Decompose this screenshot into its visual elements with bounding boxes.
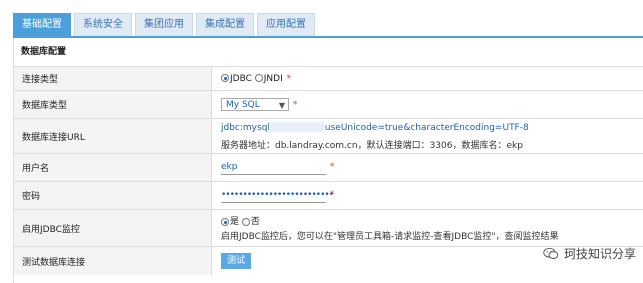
wechat-icon xyxy=(543,247,559,260)
db-url-right: useUnicode=true&characterEncoding=UTF-8 xyxy=(324,122,529,133)
db-url-input[interactable]: jdbc:mysql useUnicode=true&characterEncod… xyxy=(221,122,643,135)
label-password: 密码 xyxy=(14,182,212,209)
tab-integration-config[interactable]: 集成配置 xyxy=(196,13,254,36)
radio-monitor-yes-label: 是 xyxy=(230,217,240,227)
tab-group-app[interactable]: 集团应用 xyxy=(135,13,193,36)
db-url-hint: 服务器地址：db.landray.com.cn，默认连接端口：3306，数据库名… xyxy=(221,140,523,151)
label-test-connection: 测试数据库连接 xyxy=(14,247,212,275)
row-db-url: 数据库连接URL jdbc:mysql useUnicode=true&chara… xyxy=(14,119,643,154)
watermark: 珂技知识分享 xyxy=(543,245,636,262)
chevron-down-icon: ▼ xyxy=(278,101,285,110)
db-type-select[interactable]: My SQL ▼ xyxy=(221,98,289,111)
watermark-text: 珂技知识分享 xyxy=(563,247,636,261)
label-connection-type: 连接类型 xyxy=(14,67,212,90)
tab-bar: 基础配置 系统安全 集团应用 集成配置 应用配置 xyxy=(13,13,318,36)
redacted-region xyxy=(269,122,325,132)
label-jdbc-monitor: 启用JDBC监控 xyxy=(14,210,212,246)
radio-monitor-yes[interactable] xyxy=(221,217,229,226)
radio-monitor-no-label: 否 xyxy=(250,217,260,227)
required-mark: * xyxy=(292,100,298,110)
row-username: 用户名 ekp * xyxy=(14,154,643,182)
password-input[interactable]: •••••••••••••••••••••••••• xyxy=(221,189,334,203)
db-url-left: jdbc:mysql xyxy=(221,122,270,133)
section-title: 数据库配置 xyxy=(14,38,643,67)
username-input[interactable]: ekp xyxy=(221,161,326,175)
jdbc-monitor-hint: 启用JDBC监控后，您可以在"管理员工具箱-请求监控-查看JDBC监控"，查阅监… xyxy=(221,232,559,242)
label-db-url: 数据库连接URL xyxy=(14,119,212,153)
row-connection-type: 连接类型 JDBC JNDI * xyxy=(14,67,643,91)
radio-jndi-label: JNDI xyxy=(263,73,283,84)
required-mark: * xyxy=(329,161,335,172)
db-type-value: My SQL xyxy=(226,100,260,110)
required-mark: * xyxy=(329,189,335,200)
row-jdbc-monitor: 启用JDBC监控 是 否 启用JDBC监控后，您可以在"管理员工具箱-请求监控-… xyxy=(14,210,643,247)
tab-app-config[interactable]: 应用配置 xyxy=(257,13,315,36)
radio-jndi[interactable] xyxy=(254,74,263,82)
row-db-type: 数据库类型 My SQL ▼ * xyxy=(14,91,643,119)
tab-system-security[interactable]: 系统安全 xyxy=(74,13,132,36)
test-button[interactable]: 测试 xyxy=(221,253,252,269)
radio-jdbc[interactable] xyxy=(221,74,229,82)
label-username: 用户名 xyxy=(14,154,212,181)
radio-jdbc-label: JDBC xyxy=(230,73,252,84)
radio-monitor-no[interactable] xyxy=(241,217,250,226)
required-mark: * xyxy=(286,73,292,84)
row-password: 密码 •••••••••••••••••••••••••• * xyxy=(14,182,643,210)
tab-basic-config[interactable]: 基础配置 xyxy=(13,13,71,36)
label-db-type: 数据库类型 xyxy=(14,91,212,118)
